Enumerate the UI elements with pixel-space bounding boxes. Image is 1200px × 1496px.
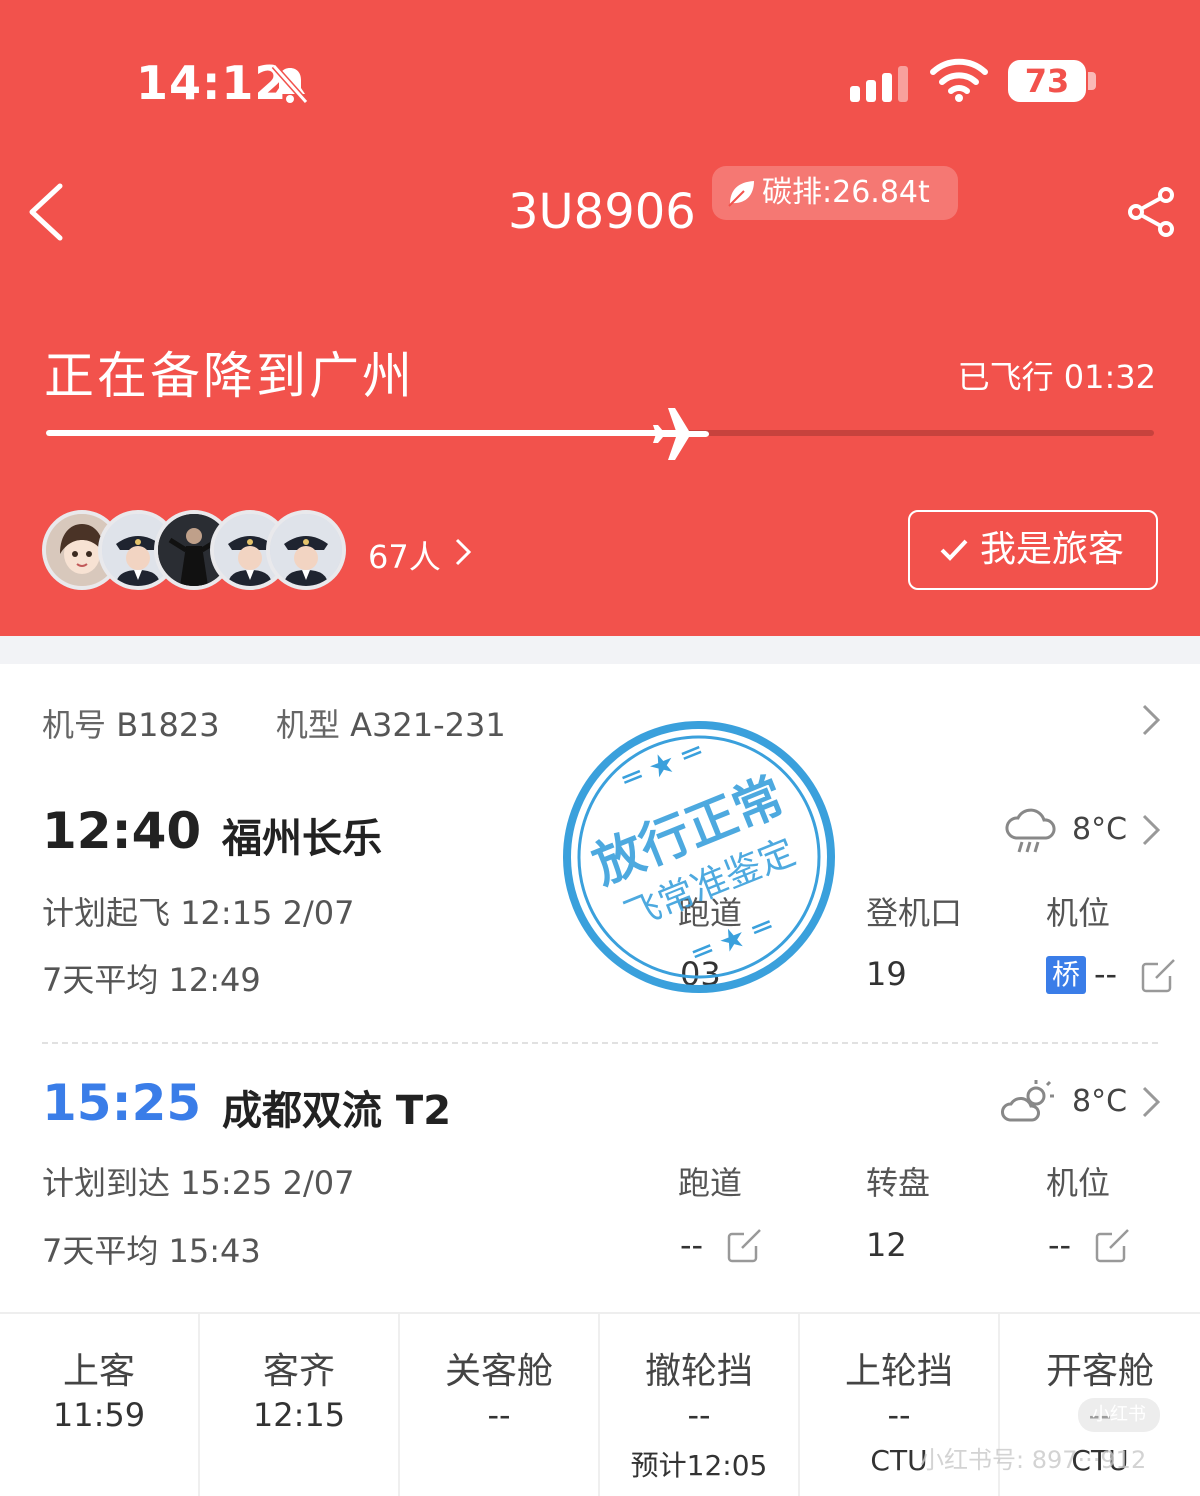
check-icon	[940, 539, 968, 561]
chevron-right-icon[interactable]	[1140, 812, 1162, 848]
milestone-boarding-complete: 客齐 12:15	[200, 1314, 400, 1496]
arrival-runway-value: --	[680, 1226, 704, 1264]
arrival-temperature: 8°C	[1072, 1084, 1128, 1119]
milestone-label: 关客舱	[444, 1351, 553, 1392]
flight-header: 14:12 73 3U8906 碳排:26.84t 正在备降到广州 已飞行 01…	[0, 0, 1200, 636]
section-gap	[0, 636, 1200, 664]
avatar	[266, 510, 346, 590]
arrival-stand-label: 机位	[1046, 1164, 1111, 1202]
passenger-button-label: 我是旅客	[980, 529, 1125, 570]
milestone-label: 开客舱	[1045, 1351, 1154, 1392]
scheduled-arrival: 计划到达 15:25 2/07	[42, 1158, 354, 1204]
aircraft-info[interactable]: 机号 B1823 机型 A321-231	[42, 700, 506, 746]
arrival-airport: 成都双流 T2	[222, 1088, 452, 1134]
flight-number: 3U8906	[508, 184, 696, 240]
chevron-right-icon[interactable]	[1140, 1084, 1162, 1120]
departure-temperature: 8°C	[1072, 812, 1128, 847]
watermark-logo: 小红书	[1078, 1398, 1160, 1432]
milestone-time: 11:59	[52, 1396, 146, 1434]
baggage-carousel-value: 12	[866, 1226, 907, 1264]
passenger-count[interactable]: 67人	[368, 532, 441, 578]
milestone-door-closed: 关客舱 --	[400, 1314, 600, 1496]
scheduled-arrival-value: 15:25 2/07	[180, 1164, 355, 1202]
milestone-time: 12:15	[252, 1396, 346, 1434]
aircraft-type-label: 机型	[275, 706, 340, 744]
scheduled-arrival-label: 计划到达	[42, 1164, 171, 1202]
arrival-7day-average: 7天平均 15:43	[42, 1226, 261, 1272]
gate-value: 19	[866, 955, 907, 993]
gate-label: 登机口	[866, 894, 963, 932]
milestone-boarding: 上客 11:59	[0, 1314, 200, 1496]
aircraft-type-value: A321-231	[350, 706, 506, 744]
battery-indicator: 73	[1008, 60, 1086, 102]
jet-bridge-badge: 桥	[1046, 956, 1086, 994]
flight-progress-track	[46, 430, 1154, 436]
departure-airport: 福州长乐	[222, 816, 382, 862]
status-time: 14:12	[136, 56, 288, 110]
arrival-time: 15:25	[42, 1074, 202, 1132]
average-label: 7天平均	[42, 1232, 159, 1270]
milestone-time: --	[687, 1396, 711, 1434]
arrival-stand-value: --	[1048, 1226, 1072, 1264]
i-am-passenger-button[interactable]: 我是旅客	[908, 510, 1158, 590]
pilot-avatar-icon	[270, 514, 342, 586]
wifi-icon	[930, 58, 988, 102]
flight-progress-fill	[46, 430, 689, 436]
airplane-icon	[652, 408, 709, 460]
departure-7day-average: 7天平均 12:49	[42, 955, 261, 1001]
milestone-time: --	[887, 1396, 911, 1434]
carbon-label: 碳排:26.84t	[762, 175, 930, 210]
release-normal-stamp: ═ ★ ═ 放行正常 飞常准鉴定 ═ ★ ═	[563, 721, 835, 993]
flown-time: 01:32	[1063, 358, 1156, 396]
departure-stand-label: 机位	[1046, 894, 1111, 932]
scheduled-departure: 计划起飞 12:15 2/07	[42, 888, 354, 934]
flown-label: 已飞行	[957, 358, 1054, 396]
svg-text:═ ★ ═: ═ ★ ═	[687, 908, 778, 972]
milestone-label: 客齐	[262, 1351, 335, 1392]
rain-cloud-icon	[1005, 808, 1056, 853]
watermark-id: 小红书号: 897···912	[920, 1446, 1147, 1474]
scheduled-departure-label: 计划起飞	[42, 894, 171, 932]
registration-value: B1823	[116, 706, 220, 744]
flight-status-text: 正在备降到广州	[44, 347, 415, 405]
scheduled-departure-value: 12:15 2/07	[180, 894, 355, 932]
milestone-label: 撤轮挡	[644, 1351, 753, 1392]
arrival-runway-label: 跑道	[678, 1164, 743, 1202]
departure-time: 12:40	[42, 802, 202, 860]
share-icon[interactable]	[1126, 186, 1176, 238]
battery-cap	[1088, 72, 1096, 90]
edit-icon[interactable]	[1140, 956, 1178, 994]
departure-stand-value: --	[1094, 955, 1118, 993]
edit-icon[interactable]	[726, 1226, 764, 1264]
average-value: 15:43	[168, 1232, 261, 1270]
milestone-time: --	[487, 1396, 511, 1434]
chevron-right-icon[interactable]	[452, 536, 474, 568]
cellular-signal-icon	[850, 66, 908, 102]
passenger-avatars[interactable]	[42, 510, 362, 592]
baggage-carousel-label: 转盘	[866, 1164, 931, 1202]
milestone-label: 上客	[62, 1351, 135, 1392]
flown-duration: 已飞行 01:32	[958, 352, 1156, 398]
chevron-right-icon[interactable]	[1140, 702, 1162, 738]
section-divider	[42, 1042, 1158, 1044]
back-arrow-icon[interactable]	[22, 180, 70, 244]
carbon-emission-badge[interactable]: 碳排:26.84t	[712, 166, 958, 220]
leaf-icon	[728, 181, 754, 207]
registration-label: 机号	[42, 706, 107, 744]
milestone-note: 预计12:05	[630, 1449, 768, 1482]
milestone-chocks-off: 撤轮挡 -- 预计12:05	[600, 1314, 800, 1496]
partly-cloudy-icon	[1001, 1080, 1054, 1122]
mute-bell-icon	[271, 64, 309, 104]
average-label: 7天平均	[42, 961, 159, 999]
average-value: 12:49	[168, 961, 261, 999]
edit-icon[interactable]	[1094, 1226, 1132, 1264]
milestone-label: 上轮挡	[844, 1351, 953, 1392]
